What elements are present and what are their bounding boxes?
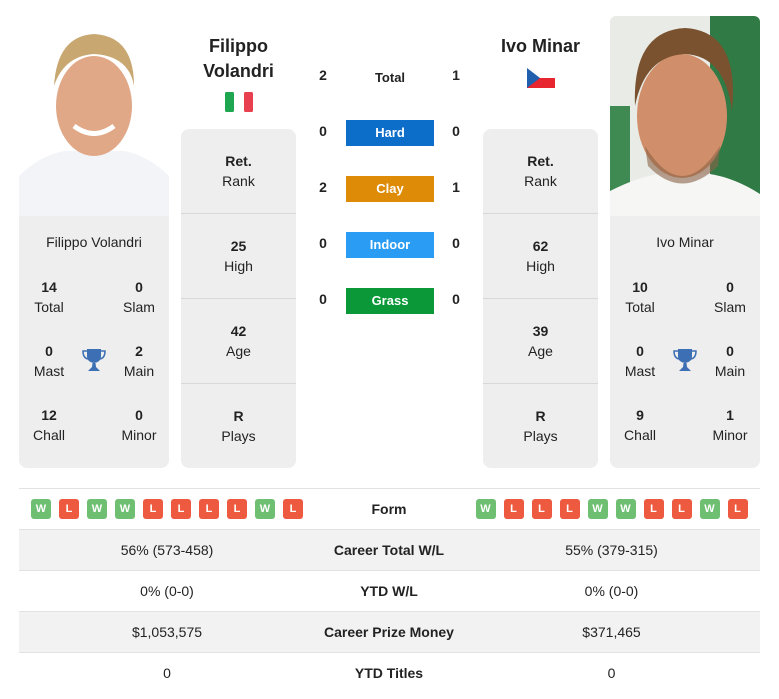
form-result-badge[interactable]: W xyxy=(31,499,51,519)
player1-name-link[interactable]: Filippo Volandri xyxy=(181,34,296,84)
player1-minor-titles: 0 Minor xyxy=(121,407,157,443)
form-label: Form xyxy=(371,501,407,517)
form-result-badge[interactable]: L xyxy=(59,499,79,519)
surface-hard-badge: Hard xyxy=(346,120,434,146)
trophy-icon xyxy=(673,347,697,373)
form-result-badge[interactable]: L xyxy=(727,499,748,519)
player2-titles-card: Ivo Minar 10 Total 0 Slam 0 Mast 0 Main … xyxy=(610,216,760,468)
player2-card-name: Ivo Minar xyxy=(656,234,714,250)
form-result-badge[interactable]: W xyxy=(255,499,275,519)
form-row: WLWWLLLLWL Form WLLLWWLLWL xyxy=(19,488,760,529)
player1-ytd-titles: 0 xyxy=(163,665,171,681)
form-result-badge[interactable]: L xyxy=(227,499,247,519)
player2-total-titles: 10 Total xyxy=(625,279,655,315)
form-result-badge[interactable]: L xyxy=(559,499,580,519)
h2h-indoor-p1: 0 xyxy=(319,235,327,251)
player2-ytd-titles: 0 xyxy=(607,665,616,681)
form-result-badge[interactable]: L xyxy=(199,499,219,519)
surface-grass-badge: Grass xyxy=(346,288,434,314)
player1-photo xyxy=(19,16,169,216)
player2-minor-titles: 1 Minor xyxy=(712,407,748,443)
surface-clay-badge: Clay xyxy=(346,176,434,202)
player2-ytd-wl: 0% (0-0) xyxy=(584,583,639,599)
player1-age: 42 Age xyxy=(181,298,296,383)
player1-main-titles: 2 Main xyxy=(123,343,155,379)
form-result-badge[interactable]: W xyxy=(587,499,608,519)
form-result-badge[interactable]: L xyxy=(643,499,664,519)
player2-main-titles: 0 Main xyxy=(714,343,746,379)
form-result-badge[interactable]: L xyxy=(171,499,191,519)
h2h-hard-p1: 0 xyxy=(319,123,327,139)
h2h-clay-p2: 1 xyxy=(452,179,460,195)
form-result-badge[interactable]: W xyxy=(615,499,636,519)
player1-high: 25 High xyxy=(181,213,296,298)
player1-card-name: Filippo Volandri xyxy=(46,234,142,250)
form-result-badge[interactable]: W xyxy=(699,499,720,519)
ytd-titles-row: 0 YTD Titles 0 xyxy=(19,652,760,693)
player2-rank: Ret. Rank xyxy=(524,153,557,189)
form-result-badge[interactable]: L xyxy=(143,499,163,519)
player2-prize-money: $371,465 xyxy=(582,624,641,640)
player2-mast-titles: 0 Mast xyxy=(624,343,656,379)
czech-flag-icon xyxy=(527,68,555,88)
player2-high: 62 High xyxy=(483,213,598,298)
h2h-grass-p2: 0 xyxy=(452,291,460,307)
player2-name-link[interactable]: Ivo Minar xyxy=(483,34,598,59)
player1-chall-titles: 12 Chall xyxy=(33,407,65,443)
player1-career-wl: 56% (573-458) xyxy=(120,542,214,558)
ytd-wl-label: YTD W/L xyxy=(360,583,418,599)
ytd-wl-row: 0% (0-0) YTD W/L 0% (0-0) xyxy=(19,570,760,611)
player2-slam-titles: 0 Slam xyxy=(714,279,746,315)
player1-ytd-wl: 0% (0-0) xyxy=(140,583,194,599)
player1-plays: R Plays xyxy=(181,383,296,468)
form-result-badge[interactable]: L xyxy=(503,499,524,519)
form-result-badge[interactable]: L xyxy=(671,499,692,519)
stats-table: WLWWLLLLWL Form WLLLWWLLWL 56% (573-458)… xyxy=(19,488,760,693)
italy-flag-icon xyxy=(225,92,253,112)
player1-info-card: Ret. Rank 25 High 42 Age R Plays xyxy=(181,129,296,468)
player2-info-card: Ret. Rank 62 High 39 Age R Plays xyxy=(483,129,598,468)
h2h-indoor-p2: 0 xyxy=(452,235,460,251)
player1-form: WLWWLLLLWL xyxy=(19,499,315,519)
career-wl-row: 56% (573-458) Career Total W/L 55% (379-… xyxy=(19,529,760,570)
ytd-titles-label: YTD Titles xyxy=(354,665,424,681)
player2-photo xyxy=(610,16,760,216)
player1-prize-money: $1,053,575 xyxy=(131,624,203,640)
player1-mast-titles: 0 Mast xyxy=(33,343,65,379)
h2h-hard-p2: 0 xyxy=(452,123,460,139)
form-result-badge[interactable]: W xyxy=(475,499,496,519)
form-result-badge[interactable]: L xyxy=(531,499,552,519)
prize-money-label: Career Prize Money xyxy=(324,624,454,640)
player2-plays: R Plays xyxy=(483,383,598,468)
player2-career-wl: 55% (379-315) xyxy=(565,542,658,558)
h2h-total-label: Total xyxy=(374,70,406,85)
player1-rank: Ret. Rank xyxy=(222,153,255,189)
player2-age: 39 Age xyxy=(483,298,598,383)
player1-titles-card: Filippo Volandri 14 Total 0 Slam 0 Mast … xyxy=(19,216,169,468)
player1-total-titles: 14 Total xyxy=(34,279,64,315)
form-result-badge[interactable]: W xyxy=(115,499,135,519)
prize-money-row: $1,053,575 Career Prize Money $371,465 xyxy=(19,611,760,652)
h2h-total-p1: 2 xyxy=(319,67,327,83)
form-result-badge[interactable]: W xyxy=(87,499,107,519)
player1-slam-titles: 0 Slam xyxy=(123,279,155,315)
h2h-total-p2: 1 xyxy=(452,67,460,83)
player2-form: WLLLWWLLWL xyxy=(463,499,760,519)
career-wl-label: Career Total W/L xyxy=(333,542,445,558)
h2h-clay-p1: 2 xyxy=(319,179,327,195)
player2-chall-titles: 9 Chall xyxy=(624,407,656,443)
surface-indoor-badge: Indoor xyxy=(346,232,434,258)
trophy-icon xyxy=(82,347,106,373)
h2h-grass-p1: 0 xyxy=(319,291,327,307)
form-result-badge[interactable]: L xyxy=(283,499,303,519)
